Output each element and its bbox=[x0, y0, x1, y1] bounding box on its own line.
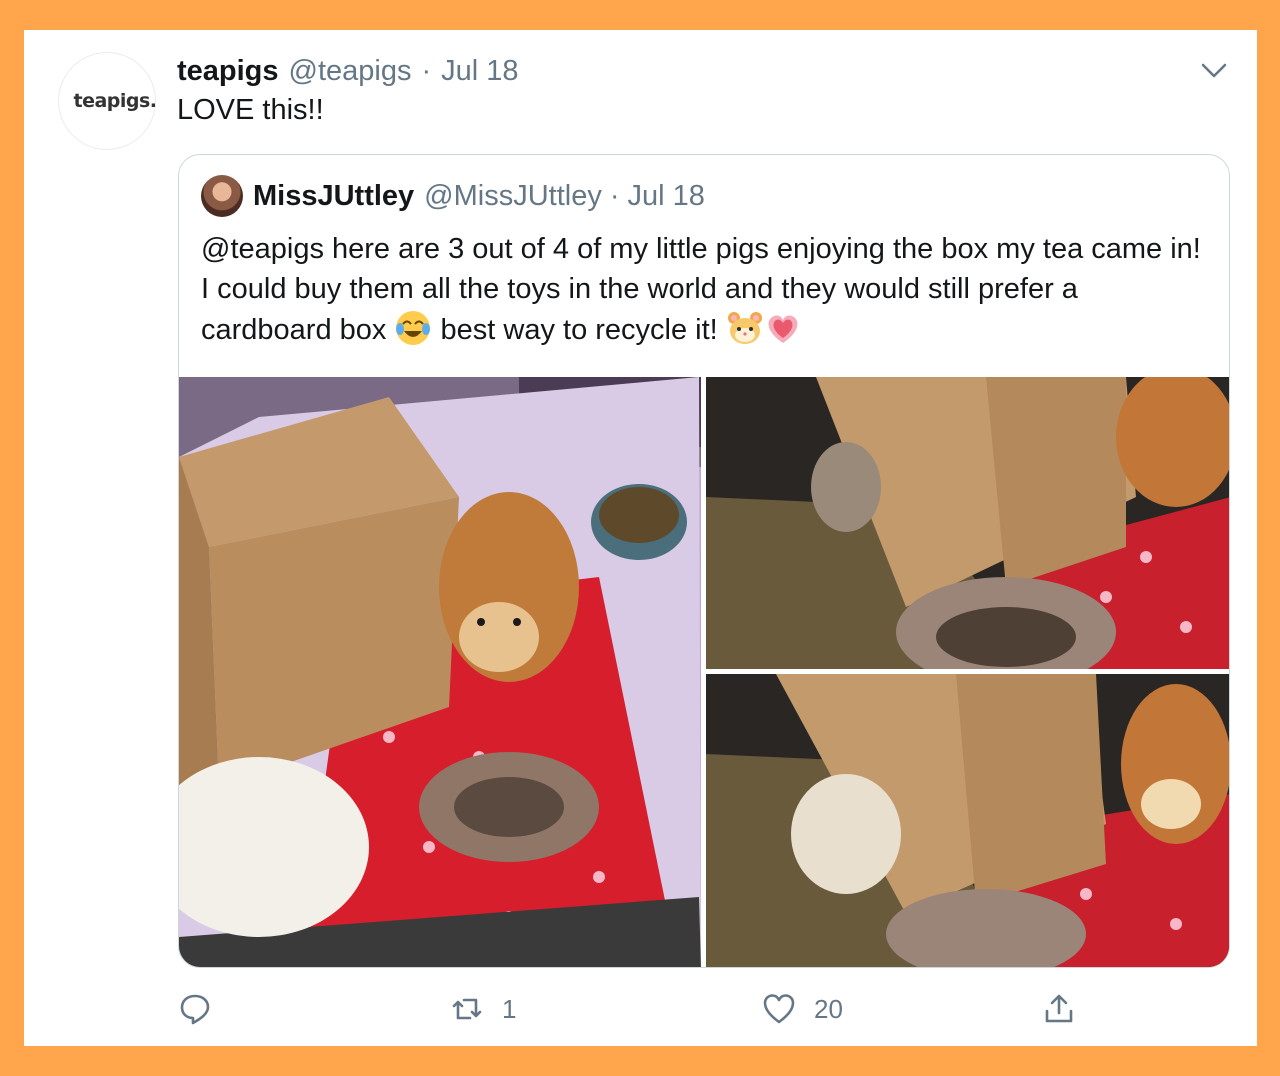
tweet-text: LOVE this!! bbox=[177, 94, 324, 126]
tweet-header: teapigs @teapigs · Jul 18 bbox=[177, 52, 519, 90]
share-icon bbox=[1045, 994, 1073, 1023]
photo-guinea-pig-with-box[interactable] bbox=[179, 377, 701, 967]
quoted-tweet-header: MissJUttley @MissJUttley · Jul 18 bbox=[201, 175, 705, 217]
quoted-tweet-text: @teapigs here are 3 out of 4 of my littl… bbox=[201, 229, 1211, 350]
hamster-face-emoji bbox=[727, 312, 762, 344]
teapigs-avatar[interactable]: teapigs. bbox=[58, 52, 157, 150]
retweet-count: 1 bbox=[502, 993, 517, 1024]
tweet-date[interactable]: Jul 18 bbox=[441, 55, 518, 88]
quoted-tweet[interactable]: MissJUttley @MissJUttley · Jul 18 @teapi… bbox=[178, 154, 1230, 968]
tweet-card[interactable]: teapigs. teapigs @teapigs · Jul 18 LOVE … bbox=[24, 30, 1257, 1046]
share-button[interactable] bbox=[1042, 988, 1076, 1030]
heart-emoji bbox=[768, 315, 798, 343]
retweet-button[interactable]: 1 bbox=[450, 988, 516, 1030]
missjuttley-avatar[interactable] bbox=[201, 175, 243, 217]
media-grid bbox=[179, 377, 1229, 967]
user-handle[interactable]: @teapigs bbox=[289, 55, 412, 88]
heart-icon bbox=[763, 994, 795, 1024]
photo-box-with-hay-top[interactable] bbox=[706, 377, 1229, 669]
retweet-icon bbox=[452, 998, 482, 1020]
reply-button[interactable] bbox=[178, 988, 212, 1030]
photo-two-guinea-pigs[interactable] bbox=[706, 674, 1229, 967]
quoted-tweet-date[interactable]: Jul 18 bbox=[628, 180, 705, 213]
face-with-tears-of-joy-emoji bbox=[396, 311, 431, 345]
tweet-actions: 1 20 bbox=[178, 988, 1078, 1030]
teapigs-logo: teapigs. bbox=[73, 90, 157, 112]
chevron-down-icon[interactable] bbox=[1199, 56, 1229, 86]
quoted-user-handle[interactable]: @MissJUttley bbox=[424, 180, 602, 213]
quoted-separator-dot: · bbox=[609, 179, 620, 212]
reply-icon bbox=[180, 994, 210, 1025]
quoted-text-part2: best way to recycle it! bbox=[432, 314, 726, 346]
quoted-display-name[interactable]: MissJUttley bbox=[253, 180, 414, 213]
like-count: 20 bbox=[814, 993, 843, 1024]
display-name[interactable]: teapigs bbox=[177, 55, 279, 88]
separator-dot: · bbox=[421, 54, 432, 87]
like-button[interactable]: 20 bbox=[762, 988, 843, 1030]
